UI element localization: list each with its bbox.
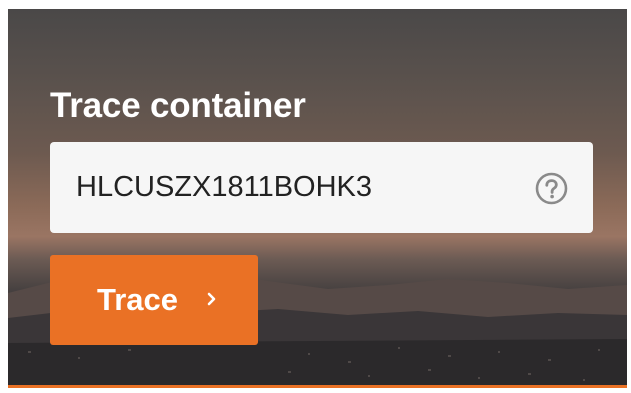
container-number-input[interactable] bbox=[76, 142, 516, 233]
page-frame: Trace container Trace bbox=[0, 0, 631, 393]
trace-container-title: Trace container bbox=[50, 86, 306, 125]
accent-bottom-border bbox=[8, 385, 627, 388]
question-circle-icon[interactable] bbox=[535, 172, 568, 205]
chevron-right-icon bbox=[207, 292, 216, 306]
container-number-field[interactable] bbox=[50, 142, 593, 233]
trace-button-label: Trace bbox=[97, 282, 179, 317]
trace-button[interactable]: Trace bbox=[50, 255, 258, 345]
